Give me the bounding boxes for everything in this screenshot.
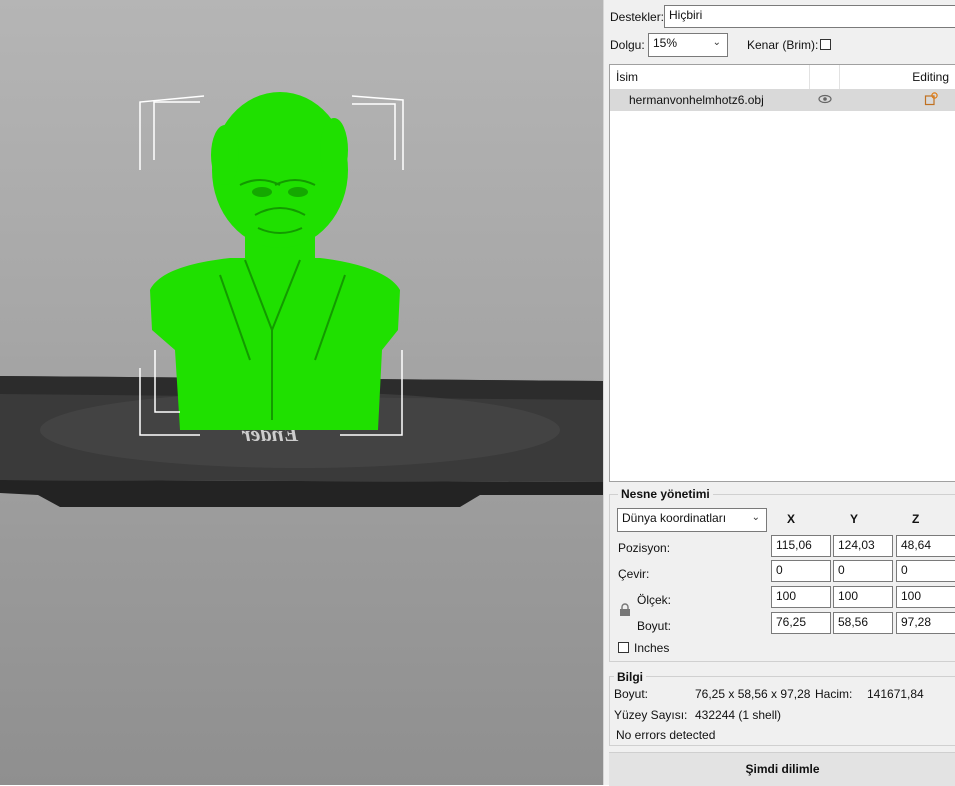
- inches-label: Inches: [634, 641, 670, 655]
- brim-label: Kenar (Brim):: [747, 38, 819, 52]
- info-faces-value: 432244 (1 shell): [695, 708, 782, 722]
- scene: Ender: [0, 92, 603, 507]
- column-separator: [809, 65, 810, 89]
- infill-select[interactable]: 15% ⌄: [648, 33, 728, 57]
- slice-now-button[interactable]: Şimdi dilimle: [609, 752, 955, 786]
- inches-checkbox[interactable]: [618, 642, 629, 653]
- brim-checkbox[interactable]: [820, 39, 831, 50]
- infill-label: Dolgu:: [610, 38, 645, 52]
- info-size-value: 76,25 x 58,56 x 97,28: [695, 687, 811, 701]
- position-z-input[interactable]: 48,64: [896, 535, 955, 557]
- object-management-title: Nesne yönetimi: [618, 487, 713, 501]
- coordinate-system-select[interactable]: Dünya koordinatları ⌄: [617, 508, 767, 532]
- rotation-y-input[interactable]: 0: [833, 560, 893, 582]
- edit-object-icon[interactable]: [924, 92, 938, 109]
- column-name[interactable]: İsim: [616, 65, 638, 89]
- size-label: Boyut:: [637, 619, 672, 633]
- rotation-x-input[interactable]: 0: [771, 560, 831, 582]
- settings-sidebar: Destekler: Hiçbiri Dolgu: 15% ⌄ Kenar (B…: [603, 0, 955, 786]
- lock-icon[interactable]: [619, 603, 631, 620]
- position-x-input[interactable]: 115,06: [771, 535, 831, 557]
- info-faces-label: Yüzey Sayısı:: [614, 708, 688, 722]
- scale-x-input[interactable]: 100: [771, 586, 831, 608]
- bust-eye-right: [288, 187, 308, 197]
- info-title: Bilgi: [614, 670, 646, 684]
- bust-model[interactable]: [150, 92, 400, 430]
- scale-label: Ölçek:: [637, 593, 672, 607]
- coordinate-system-value: Dünya koordinatları: [622, 511, 727, 525]
- object-name: hermanvonhelmhotz6.obj: [629, 93, 764, 107]
- supports-select[interactable]: Hiçbiri: [664, 5, 955, 28]
- column-editing[interactable]: Editing: [912, 65, 949, 89]
- object-list-header: İsim Editing: [610, 65, 955, 90]
- eye-icon[interactable]: [818, 91, 832, 110]
- print-bed-front: [0, 480, 603, 507]
- rotate-label: Çevir:: [618, 567, 650, 581]
- position-y-input[interactable]: 124,03: [833, 535, 893, 557]
- chevron-down-icon: ⌄: [712, 37, 721, 48]
- object-list: İsim Editing hermanvonhelmhotz6.obj: [609, 64, 955, 482]
- supports-label: Destekler:: [610, 10, 665, 24]
- rotation-z-input[interactable]: 0: [896, 560, 955, 582]
- 3d-viewport[interactable]: Ender: [0, 0, 603, 785]
- scale-y-input[interactable]: 100: [833, 586, 893, 608]
- position-label: Pozisyon:: [618, 541, 671, 555]
- size-x-input[interactable]: 76,25: [771, 612, 831, 634]
- axis-x-label: X: [787, 512, 796, 526]
- infill-value: 15%: [653, 36, 678, 50]
- chevron-down-icon: ⌄: [751, 512, 760, 523]
- info-volume-label: Hacim:: [815, 687, 853, 701]
- scale-z-input[interactable]: 100: [896, 586, 955, 608]
- object-list-row[interactable]: hermanvonhelmhotz6.obj: [610, 89, 955, 111]
- axis-z-label: Z: [912, 512, 920, 526]
- size-z-input[interactable]: 97,28: [896, 612, 955, 634]
- size-y-input[interactable]: 58,56: [833, 612, 893, 634]
- column-separator: [839, 65, 840, 89]
- info-volume-value: 141671,84: [867, 687, 924, 701]
- bust-eye-left: [252, 187, 272, 197]
- axis-y-label: Y: [850, 512, 859, 526]
- info-size-label: Boyut:: [614, 687, 649, 701]
- info-errors: No errors detected: [616, 728, 716, 742]
